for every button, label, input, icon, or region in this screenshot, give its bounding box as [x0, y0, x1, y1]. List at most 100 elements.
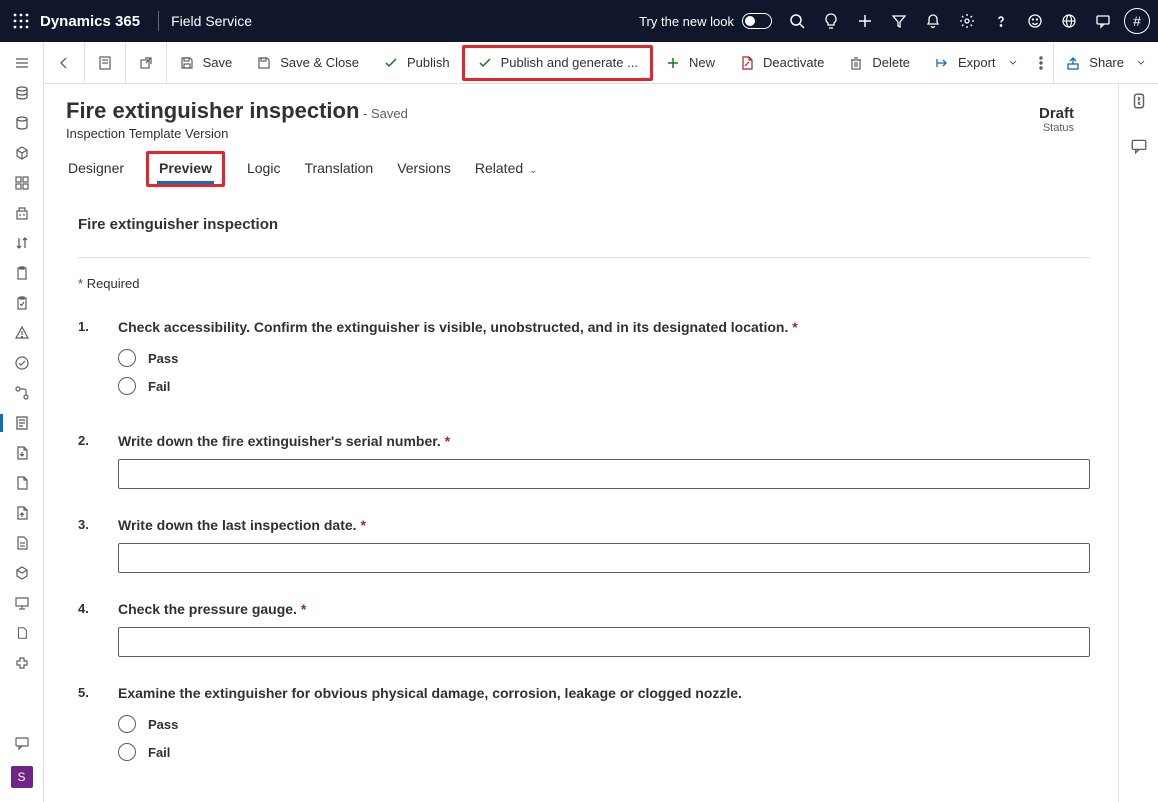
- notification-bell-icon[interactable]: [916, 0, 950, 42]
- delete-button[interactable]: Delete: [836, 42, 922, 84]
- search-icon[interactable]: [780, 0, 814, 42]
- app-name[interactable]: Field Service: [171, 13, 252, 29]
- radio-icon[interactable]: [118, 743, 136, 761]
- question-row: 3.Write down the last inspection date. *: [78, 517, 1090, 573]
- tab-related[interactable]: Related⌄: [473, 154, 540, 184]
- divider: [78, 257, 1090, 258]
- question-number: 2.: [78, 433, 118, 489]
- back-button[interactable]: [44, 42, 84, 84]
- rail-hamburger-icon[interactable]: [0, 48, 44, 78]
- rail-warning-icon[interactable]: [0, 318, 44, 348]
- share-button[interactable]: Share: [1053, 42, 1158, 84]
- radio-option[interactable]: Pass: [118, 349, 1090, 367]
- left-nav-rail: S: [0, 42, 44, 802]
- save-close-button[interactable]: Save & Close: [244, 42, 371, 84]
- question-row: 2.Write down the fire extinguisher's ser…: [78, 433, 1090, 489]
- app-launcher-icon[interactable]: [8, 8, 34, 34]
- form-preview-area[interactable]: Fire extinguisher inspection * Required …: [44, 208, 1118, 802]
- emoji-icon[interactable]: [1018, 0, 1052, 42]
- radio-icon[interactable]: [118, 715, 136, 733]
- tab-translation[interactable]: Translation: [302, 154, 375, 184]
- save-close-label: Save & Close: [280, 55, 359, 70]
- rail-chat-icon[interactable]: [0, 728, 44, 758]
- copilot-icon[interactable]: [1130, 92, 1148, 113]
- text-input[interactable]: [118, 627, 1090, 657]
- new-button[interactable]: New: [653, 42, 727, 84]
- rail-cube-icon[interactable]: [0, 138, 44, 168]
- tab-bar: Designer Preview Logic Translation Versi…: [44, 141, 1118, 188]
- entity-label: Inspection Template Version: [66, 126, 408, 141]
- status-label: Status: [1039, 122, 1074, 134]
- rail-upload-icon[interactable]: [0, 498, 44, 528]
- rail-database-icon[interactable]: [0, 108, 44, 138]
- chevron-down-icon: ⌄: [529, 165, 537, 176]
- radio-option[interactable]: Pass: [118, 715, 1090, 733]
- tab-preview[interactable]: Preview: [157, 154, 214, 184]
- tab-logic[interactable]: Logic: [245, 154, 282, 184]
- deactivate-label: Deactivate: [763, 55, 824, 70]
- rail-clipboard-icon[interactable]: [0, 258, 44, 288]
- rail-flow-icon[interactable]: [0, 378, 44, 408]
- rail-clipboard-check-icon[interactable]: [0, 288, 44, 318]
- lightbulb-icon[interactable]: [814, 0, 848, 42]
- open-new-window-button[interactable]: [126, 42, 166, 84]
- text-input[interactable]: [118, 543, 1090, 573]
- rail-building-icon[interactable]: [0, 198, 44, 228]
- rail-package-icon[interactable]: [0, 558, 44, 588]
- radio-option[interactable]: Fail: [118, 743, 1090, 761]
- publish-button[interactable]: Publish: [371, 42, 462, 84]
- rail-doc-small-icon[interactable]: [0, 618, 44, 648]
- list-view-button[interactable]: [85, 42, 125, 84]
- question-row: 1.Check accessibility. Confirm the extin…: [78, 319, 1090, 405]
- required-note: * Required: [78, 276, 1090, 291]
- toggle-switch-icon[interactable]: [742, 13, 772, 29]
- question-text: Write down the fire extinguisher's seria…: [118, 433, 1090, 449]
- required-label: Required: [87, 276, 140, 291]
- rail-document-icon[interactable]: [0, 468, 44, 498]
- publish-label: Publish: [407, 55, 450, 70]
- tab-versions[interactable]: Versions: [395, 154, 453, 184]
- page-title: Fire extinguisher inspection: [66, 98, 359, 123]
- brand-label[interactable]: Dynamics 365: [40, 13, 140, 30]
- add-icon[interactable]: [848, 0, 882, 42]
- radio-label: Fail: [148, 745, 170, 760]
- radio-icon[interactable]: [118, 377, 136, 395]
- rail-app-switch[interactable]: S: [11, 766, 33, 788]
- deactivate-button[interactable]: Deactivate: [727, 42, 836, 84]
- save-label: Save: [203, 55, 233, 70]
- save-button[interactable]: Save: [167, 42, 245, 84]
- text-input[interactable]: [118, 459, 1090, 489]
- tab-designer[interactable]: Designer: [66, 154, 126, 184]
- teams-chat-icon[interactable]: [1130, 137, 1148, 158]
- try-new-look-label: Try the new look: [639, 14, 734, 29]
- export-button[interactable]: Export: [922, 42, 1030, 84]
- question-text: Check accessibility. Confirm the extingu…: [118, 319, 1090, 335]
- tab-preview-highlight: Preview: [146, 151, 225, 187]
- radio-label: Pass: [148, 717, 178, 732]
- divider: [158, 11, 159, 31]
- rail-extension-icon[interactable]: [0, 648, 44, 678]
- settings-gear-icon[interactable]: [950, 0, 984, 42]
- new-label: New: [689, 55, 715, 70]
- rail-dashboard-icon[interactable]: [0, 168, 44, 198]
- export-label: Export: [958, 55, 996, 70]
- rail-monitor-icon[interactable]: [0, 588, 44, 618]
- radio-icon[interactable]: [118, 349, 136, 367]
- rail-check-circle-icon[interactable]: [0, 348, 44, 378]
- rail-download-icon[interactable]: [0, 438, 44, 468]
- radio-option[interactable]: Fail: [118, 377, 1090, 395]
- chat-icon[interactable]: [1086, 0, 1120, 42]
- rail-sort-icon[interactable]: [0, 228, 44, 258]
- question-number: 1.: [78, 319, 118, 405]
- globe-icon[interactable]: [1052, 0, 1086, 42]
- publish-generate-button[interactable]: Publish and generate ...: [462, 45, 653, 81]
- radio-label: Fail: [148, 379, 170, 394]
- user-avatar[interactable]: #: [1124, 8, 1150, 34]
- overflow-button[interactable]: [1030, 42, 1053, 84]
- rail-stack-icon[interactable]: [0, 78, 44, 108]
- help-icon[interactable]: [984, 0, 1018, 42]
- try-new-look-toggle[interactable]: Try the new look: [639, 13, 772, 29]
- rail-doc-list-icon[interactable]: [0, 528, 44, 558]
- rail-form-icon[interactable]: [0, 408, 44, 438]
- filter-icon[interactable]: [882, 0, 916, 42]
